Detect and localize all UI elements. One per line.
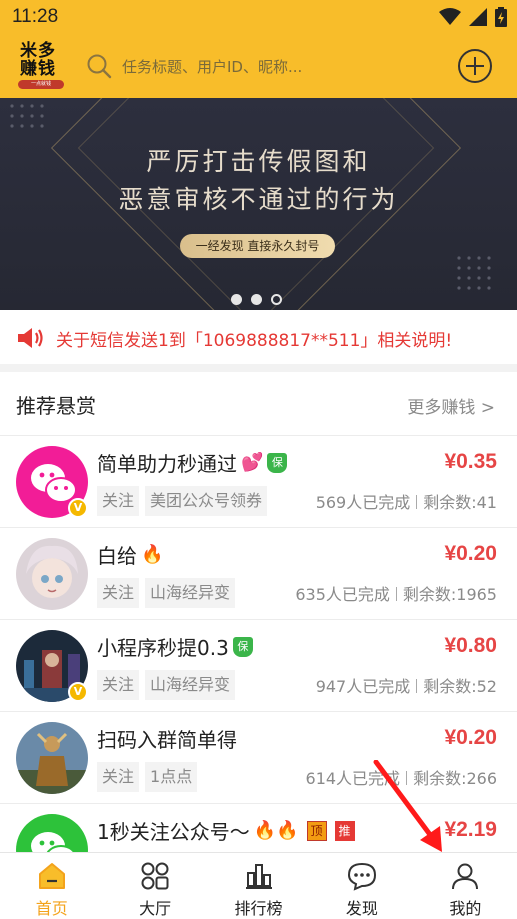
task-price: ¥2.19 — [444, 818, 497, 841]
pager-dot — [231, 294, 242, 305]
task-stats: 947人已完成 剩余数:52 — [316, 673, 497, 697]
status-time: 11:28 — [12, 6, 59, 27]
promo-banner[interactable]: 严厉打击传假图和 恶意审核不通过的行为 一经发现 直接永久封号 — [0, 98, 517, 310]
task-title: 简单助力秒通过 — [97, 452, 237, 476]
ranking-icon — [245, 864, 272, 889]
task-title: 白给 — [97, 544, 137, 568]
banner-pager — [231, 294, 282, 305]
fire-emoji: 🔥 — [141, 544, 164, 565]
user-icon — [452, 863, 479, 890]
task-tag: 关注 — [97, 670, 140, 700]
grid-icon — [141, 862, 169, 890]
pager-dot-active — [251, 294, 262, 305]
task-title-row: 简单助力秒通过 💕 保 — [97, 448, 288, 477]
notice-bar[interactable]: 关于短信发送1到「1069888817**511」相关说明! — [0, 318, 517, 358]
section-title: 推荐悬赏 — [16, 394, 96, 418]
remaining-count: 剩余数:52 — [423, 677, 497, 696]
battery-icon — [495, 7, 507, 27]
task-tag: 美团公众号领券 — [145, 486, 268, 516]
tab-hall[interactable]: 大厅 — [103, 853, 206, 919]
tab-mine[interactable]: 我的 — [414, 853, 517, 919]
wifi-icon — [439, 8, 461, 25]
signal-icon — [469, 8, 487, 26]
task-tags: 关注 山海经异变 — [97, 670, 236, 700]
task-stats: 569人已完成 剩余数:41 — [316, 489, 497, 513]
task-price: ¥0.80 — [444, 634, 497, 657]
task-item[interactable]: V 小程序秒提0.3 保 ¥0.80 关注 山海经异变 947人已完成 剩余数:5… — [0, 619, 517, 711]
task-price: ¥0.20 — [444, 726, 497, 749]
banner-headline-2: 恶意审核不通过的行为 — [118, 185, 399, 214]
pager-dot — [271, 294, 282, 305]
top-bar: 米多 赚钱 一点就钱 任务标题、用户ID、昵称... — [0, 34, 517, 98]
banner-headline-1: 严厉打击传假图和 — [146, 147, 371, 176]
remaining-count: 剩余数:41 — [423, 493, 497, 512]
task-tag: 关注 — [97, 578, 140, 608]
task-stats: 635人已完成 剩余数:1965 — [295, 581, 497, 605]
task-title: 小程序秒提0.3 — [97, 636, 229, 660]
task-tag: 山海经异变 — [145, 670, 236, 700]
dot-pattern-decoration-right — [457, 256, 491, 290]
task-price: ¥0.35 — [444, 450, 497, 473]
avatar — [16, 538, 88, 610]
hearts-emoji: 💕 — [241, 452, 264, 473]
red-arrow-annotation — [373, 760, 442, 852]
task-tags: 关注 山海经异变 — [97, 578, 236, 608]
task-tag: 关注 — [97, 762, 140, 792]
task-tag: 山海经异变 — [145, 578, 236, 608]
tab-home[interactable]: 首页 — [0, 853, 103, 919]
task-tags: 关注 1点点 — [97, 762, 198, 792]
search-placeholder[interactable]: 任务标题、用户ID、昵称... — [122, 56, 302, 77]
status-icons — [439, 7, 507, 27]
more-earn-link[interactable]: 更多赚钱 > — [407, 393, 495, 418]
task-title-row: 扫码入群简单得 — [97, 724, 237, 753]
chat-icon — [347, 862, 376, 891]
search-icon — [87, 54, 112, 79]
verified-badge: V — [68, 498, 88, 518]
task-tags: 关注 美团公众号领券 — [97, 486, 268, 516]
task-title: 扫码入群简单得 — [97, 728, 237, 752]
task-tag: 关注 — [97, 486, 140, 516]
section-divider — [0, 364, 517, 372]
task-tag: 1点点 — [145, 762, 198, 792]
status-bar: 11:28 — [0, 0, 517, 34]
add-task-button[interactable] — [457, 48, 493, 84]
task-title: 1秒关注公众号～ — [97, 820, 250, 844]
notice-text[interactable]: 关于短信发送1到「1069888817**511」相关说明! — [56, 326, 452, 351]
tab-discover[interactable]: 发现 — [310, 853, 413, 919]
home-icon — [38, 863, 65, 889]
task-item[interactable]: V 简单助力秒通过 💕 保 ¥0.35 关注 美团公众号领券 569人已完成 剩余… — [0, 435, 517, 527]
recommend-badge: 推 — [334, 820, 355, 841]
guarantee-badge: 保 — [232, 636, 253, 657]
top-badge: 顶 — [306, 820, 327, 841]
tab-ranking[interactable]: 排行榜 — [207, 853, 310, 919]
fire-emoji: 🔥🔥 — [253, 820, 299, 841]
completed-count: 635人已完成 — [295, 585, 390, 604]
task-title-row: 小程序秒提0.3 保 — [97, 632, 253, 661]
search-bar[interactable]: 任务标题、用户ID、昵称... — [86, 50, 426, 82]
completed-count: 947人已完成 — [315, 677, 411, 696]
task-title-row: 白给 🔥 — [97, 540, 163, 569]
dot-pattern-decoration — [10, 104, 44, 128]
task-price: ¥0.20 — [444, 542, 497, 565]
guarantee-badge: 保 — [267, 452, 288, 473]
remaining-count: 剩余数:1965 — [402, 585, 497, 604]
task-title-row: 1秒关注公众号～ 🔥🔥 顶 推 — [97, 816, 355, 845]
banner-warning-pill: 一经发现 直接永久封号 — [180, 234, 335, 258]
verified-badge: V — [68, 682, 88, 702]
completed-count: 569人已完成 — [315, 493, 411, 512]
avatar — [16, 722, 88, 794]
app-logo: 米多 赚钱 一点就钱 — [16, 42, 66, 92]
speaker-icon — [18, 328, 43, 348]
task-item[interactable]: 白给 🔥 ¥0.20 关注 山海经异变 635人已完成 剩余数:1965 — [0, 527, 517, 619]
bottom-tab-bar: 首页 大厅 排行榜 发现 我的 — [0, 852, 517, 919]
